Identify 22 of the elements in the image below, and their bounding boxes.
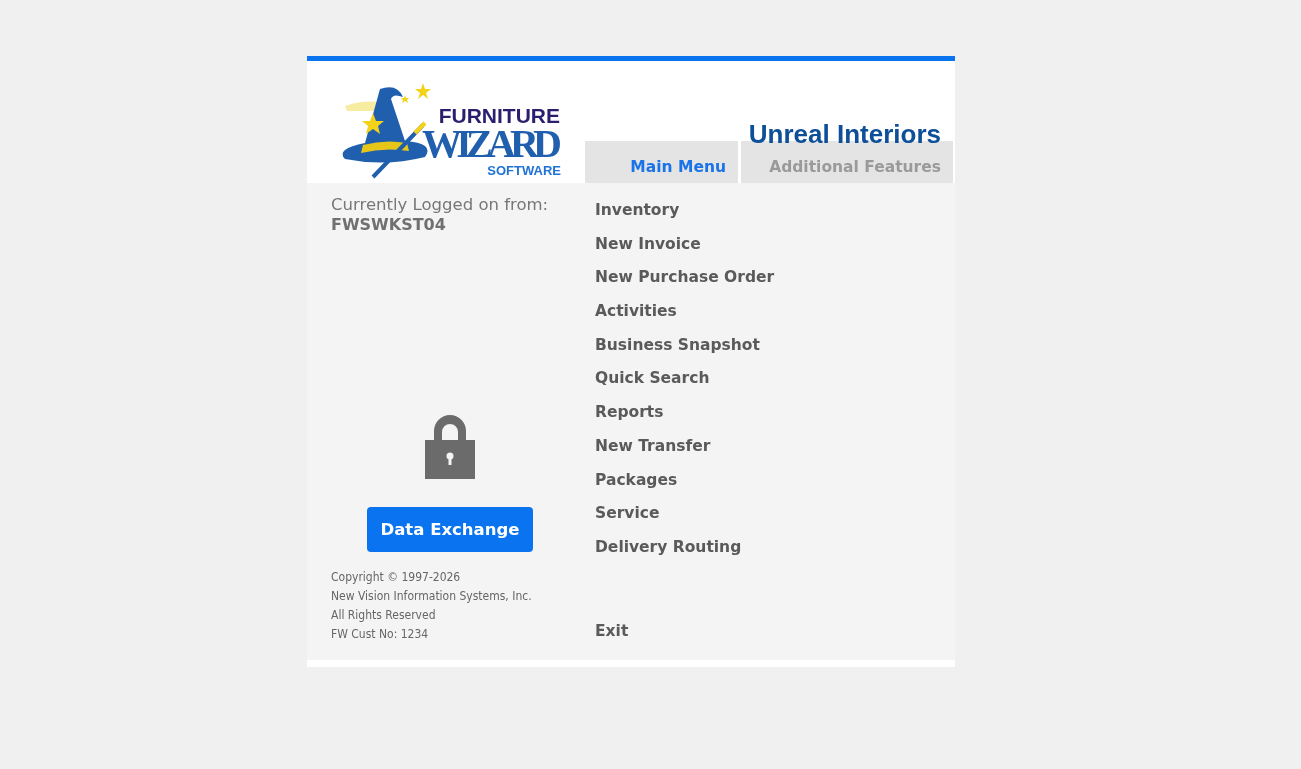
data-exchange-button[interactable]: Data Exchange — [366, 507, 534, 552]
workstation-name: FWSWKST04 — [331, 215, 447, 234]
menu-link[interactable]: Delivery Routing — [595, 537, 742, 572]
copyright-text: FW Cust No: 1234 — [331, 626, 430, 643]
menu-link[interactable]: New Invoice — [595, 234, 701, 269]
copyright-text: New Vision Information Systems, Inc. — [331, 588, 533, 605]
menu-link[interactable]: Business Snapshot — [595, 335, 760, 370]
menu-link[interactable]: Packages — [595, 470, 678, 505]
login-label: Currently Logged on from: — [331, 195, 550, 214]
menu-link[interactable]: Reports — [595, 403, 664, 437]
exit-link[interactable]: Exit — [595, 621, 629, 656]
menu-link[interactable]: Inventory — [595, 201, 680, 235]
menu-link[interactable]: Service — [595, 504, 660, 538]
menu-link[interactable]: Quick Search — [595, 369, 710, 404]
logo-text: SOFTWARE — [487, 163, 561, 178]
menu-link[interactable]: New Purchase Order — [595, 268, 775, 303]
menu-link[interactable]: New Transfer — [595, 436, 711, 471]
tab[interactable]: Main Menu — [585, 141, 738, 183]
logo-text: FURNITURE — [438, 104, 560, 127]
copyright-text: All Rights Reserved — [331, 607, 437, 624]
copyright-text: Copyright © 1997-2026 — [331, 569, 462, 586]
menu-link[interactable]: Activities — [595, 302, 677, 336]
